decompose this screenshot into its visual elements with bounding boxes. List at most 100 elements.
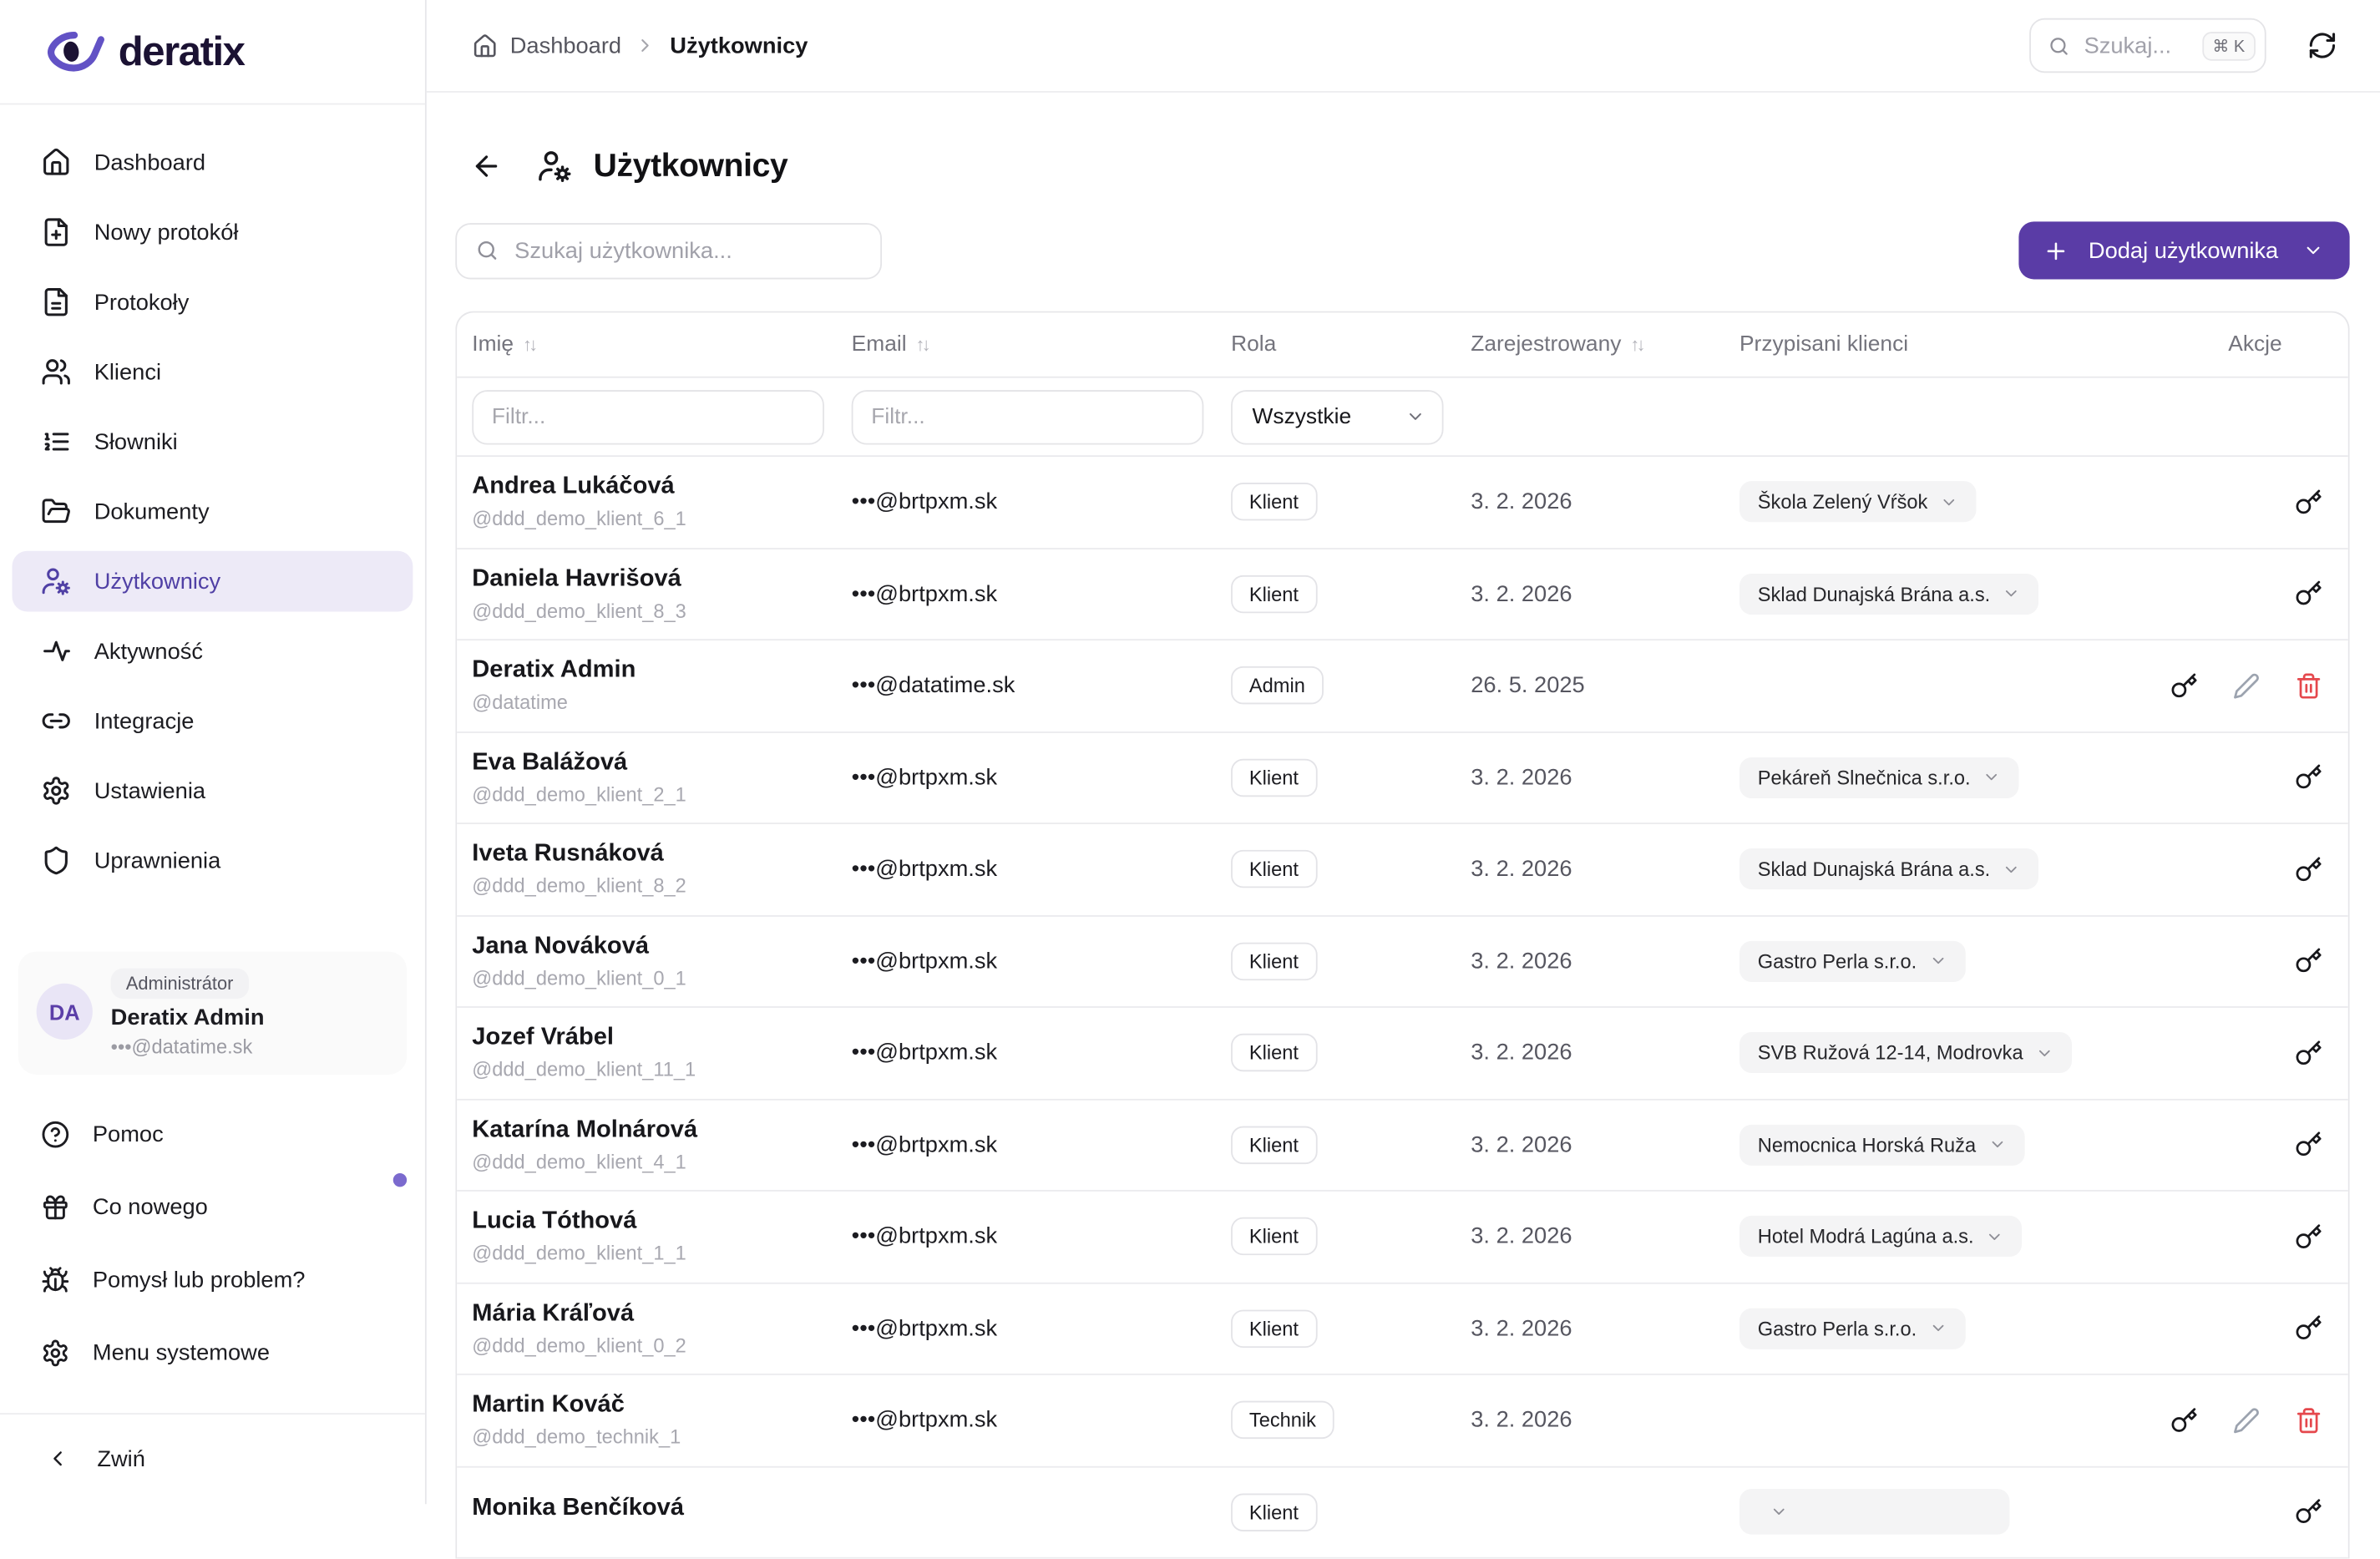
sidebar-item[interactable]: Użytkownicy [13, 551, 413, 612]
column-header-role: Rola [1231, 332, 1471, 357]
password-key-button[interactable] [2295, 1223, 2322, 1251]
password-key-button[interactable] [2295, 856, 2322, 883]
password-key-button[interactable] [2295, 764, 2322, 792]
assigned-client-chip[interactable]: Gastro Perla s.r.o. [1739, 1308, 1965, 1349]
sidebar-footer-item[interactable]: Menu systemowe [13, 1322, 413, 1383]
user-card[interactable]: DA Administrátor Deratix Admin •••@datat… [18, 952, 407, 1075]
password-key-button[interactable] [2295, 1040, 2322, 1067]
collapse-sidebar-button[interactable]: Zwiń [0, 1412, 425, 1503]
sidebar: deratix Dashboard Nowy protokół Protokoł… [0, 0, 427, 1504]
user-row-email: •••@brtpxm.sk [852, 949, 1231, 974]
password-key-button[interactable] [2170, 672, 2198, 700]
sidebar-item[interactable]: Słowniki [13, 412, 413, 473]
sidebar-item[interactable]: Aktywność [13, 620, 413, 681]
sidebar-item[interactable]: Nowy protokół [13, 202, 413, 263]
email-filter-input[interactable] [852, 389, 1204, 443]
password-key-button[interactable] [2295, 1314, 2322, 1342]
add-user-button[interactable]: Dodaj użytkownika [2018, 221, 2349, 279]
edit-button[interactable] [2233, 1406, 2261, 1434]
sidebar-item[interactable]: Dashboard [13, 132, 413, 193]
table-row: Lucia Tóthová @ddd_demo_klient_1_1 •••@b… [457, 1192, 2348, 1283]
registered-date: 3. 2. 2026 [1471, 1040, 1739, 1066]
assigned-client-chip[interactable]: Škola Zelený Vŕšok [1739, 482, 1977, 523]
list-ordered-icon [41, 427, 71, 457]
gear-icon [41, 1338, 70, 1367]
breadcrumb: Dashboard Użytkownicy [472, 33, 808, 58]
breadcrumb-dashboard-link[interactable]: Dashboard [472, 33, 621, 58]
table-filter-row: Wszystkie [457, 378, 2348, 458]
assigned-client-chip[interactable]: Sklad Dunajská Brána a.s. [1739, 574, 2038, 615]
sidebar-footer-item-label: Pomysł lub problem? [93, 1267, 306, 1293]
role-badge: Admin [1231, 666, 1324, 704]
assigned-client-chip[interactable]: Hotel Modrá Lagúna a.s. [1739, 1216, 2023, 1257]
user-row-name: Mária Kráľová [472, 1300, 851, 1328]
role-badge: Klient [1231, 1309, 1317, 1347]
password-key-button[interactable] [2295, 488, 2322, 516]
deratix-eye-icon [44, 29, 105, 75]
table-row: Iveta Rusnáková @ddd_demo_klient_8_2 •••… [457, 824, 2348, 916]
global-search-input[interactable]: Szukaj... ⌘ K [2029, 18, 2266, 73]
user-row-email: •••@brtpxm.sk [852, 1223, 1231, 1249]
sort-icon: ↑↓ [523, 334, 538, 355]
role-badge: Klient [1231, 1217, 1317, 1255]
user-cog-icon [41, 566, 71, 596]
delete-button[interactable] [2295, 672, 2322, 700]
column-header-name[interactable]: Imię↑↓ [472, 332, 851, 357]
sort-icon: ↑↓ [1630, 334, 1645, 355]
registered-date: 3. 2. 2026 [1471, 765, 1739, 791]
global-search-placeholder: Szukaj... [2084, 33, 2172, 58]
password-key-button[interactable] [2295, 1131, 2322, 1159]
file-plus-icon [41, 217, 71, 247]
user-row-name: Monika Benčíková [472, 1495, 851, 1522]
assigned-client-chip[interactable]: Pekáreň Slnečnica s.r.o. [1739, 757, 2019, 798]
assigned-client-chip[interactable] [1739, 1490, 2010, 1536]
keyboard-shortcut-badge: ⌘ K [2202, 31, 2256, 60]
sidebar-item[interactable]: Ustawienia [13, 761, 413, 822]
registered-date: 3. 2. 2026 [1471, 1131, 1739, 1157]
file-text-icon [41, 287, 71, 317]
chevron-down-icon [2003, 585, 2021, 603]
chevron-down-icon [2003, 860, 2021, 878]
sidebar-footer-item[interactable]: Co nowego [13, 1177, 413, 1238]
sidebar-item[interactable]: Integracje [13, 691, 413, 752]
sidebar-item[interactable]: Klienci [13, 342, 413, 402]
sidebar-footer-item[interactable]: Pomysł lub problem? [13, 1249, 413, 1310]
assigned-client-chip[interactable]: Sklad Dunajská Brána a.s. [1739, 848, 2038, 889]
page-title: Użytkownicy [594, 146, 788, 184]
main-area: Dashboard Użytkownicy Szukaj... ⌘ K Użyt… [427, 0, 2380, 1504]
chevron-down-icon [1988, 1136, 2007, 1154]
delete-button[interactable] [2295, 1406, 2322, 1434]
user-search-input[interactable]: Szukaj użytkownika... [455, 222, 882, 278]
name-filter-input[interactable] [472, 389, 824, 443]
sidebar-item[interactable]: Dokumenty [13, 481, 413, 542]
edit-button[interactable] [2233, 672, 2261, 700]
sidebar-footer-item[interactable]: Pomoc [13, 1103, 413, 1164]
sidebar-item[interactable]: Uprawnienia [13, 830, 413, 891]
chevron-down-icon [1986, 1227, 2004, 1246]
column-header-email[interactable]: Email↑↓ [852, 332, 1231, 357]
chevron-down-icon [1929, 1319, 1947, 1338]
assigned-client-chip[interactable]: Gastro Perla s.r.o. [1739, 940, 1965, 981]
sort-icon: ↑↓ [915, 334, 930, 355]
brand-logo[interactable]: deratix [0, 0, 425, 104]
refresh-button[interactable] [2307, 30, 2337, 60]
password-key-button[interactable] [2295, 1498, 2322, 1526]
chevron-right-icon [635, 35, 656, 56]
link-icon [41, 706, 71, 736]
password-key-button[interactable] [2295, 580, 2322, 608]
back-button[interactable] [470, 149, 502, 181]
home-icon [41, 147, 71, 177]
role-badge: Klient [1231, 758, 1317, 796]
chevron-down-icon [1982, 768, 2001, 787]
gear-icon [41, 776, 71, 806]
password-key-button[interactable] [2295, 948, 2322, 975]
assigned-client-chip[interactable]: SVB Ružová 12-14, Modrovka [1739, 1032, 2072, 1073]
role-filter-select[interactable]: Wszystkie [1231, 389, 1443, 443]
user-row-name: Katarína Molnárová [472, 1116, 851, 1144]
search-icon [2048, 34, 2070, 57]
column-header-registered[interactable]: Zarejestrowany↑↓ [1471, 332, 1739, 357]
sidebar-item[interactable]: Protokoły [13, 271, 413, 332]
help-circle-icon [41, 1119, 70, 1148]
assigned-client-chip[interactable]: Nemocnica Horská Ruža [1739, 1124, 2024, 1165]
password-key-button[interactable] [2170, 1406, 2198, 1434]
